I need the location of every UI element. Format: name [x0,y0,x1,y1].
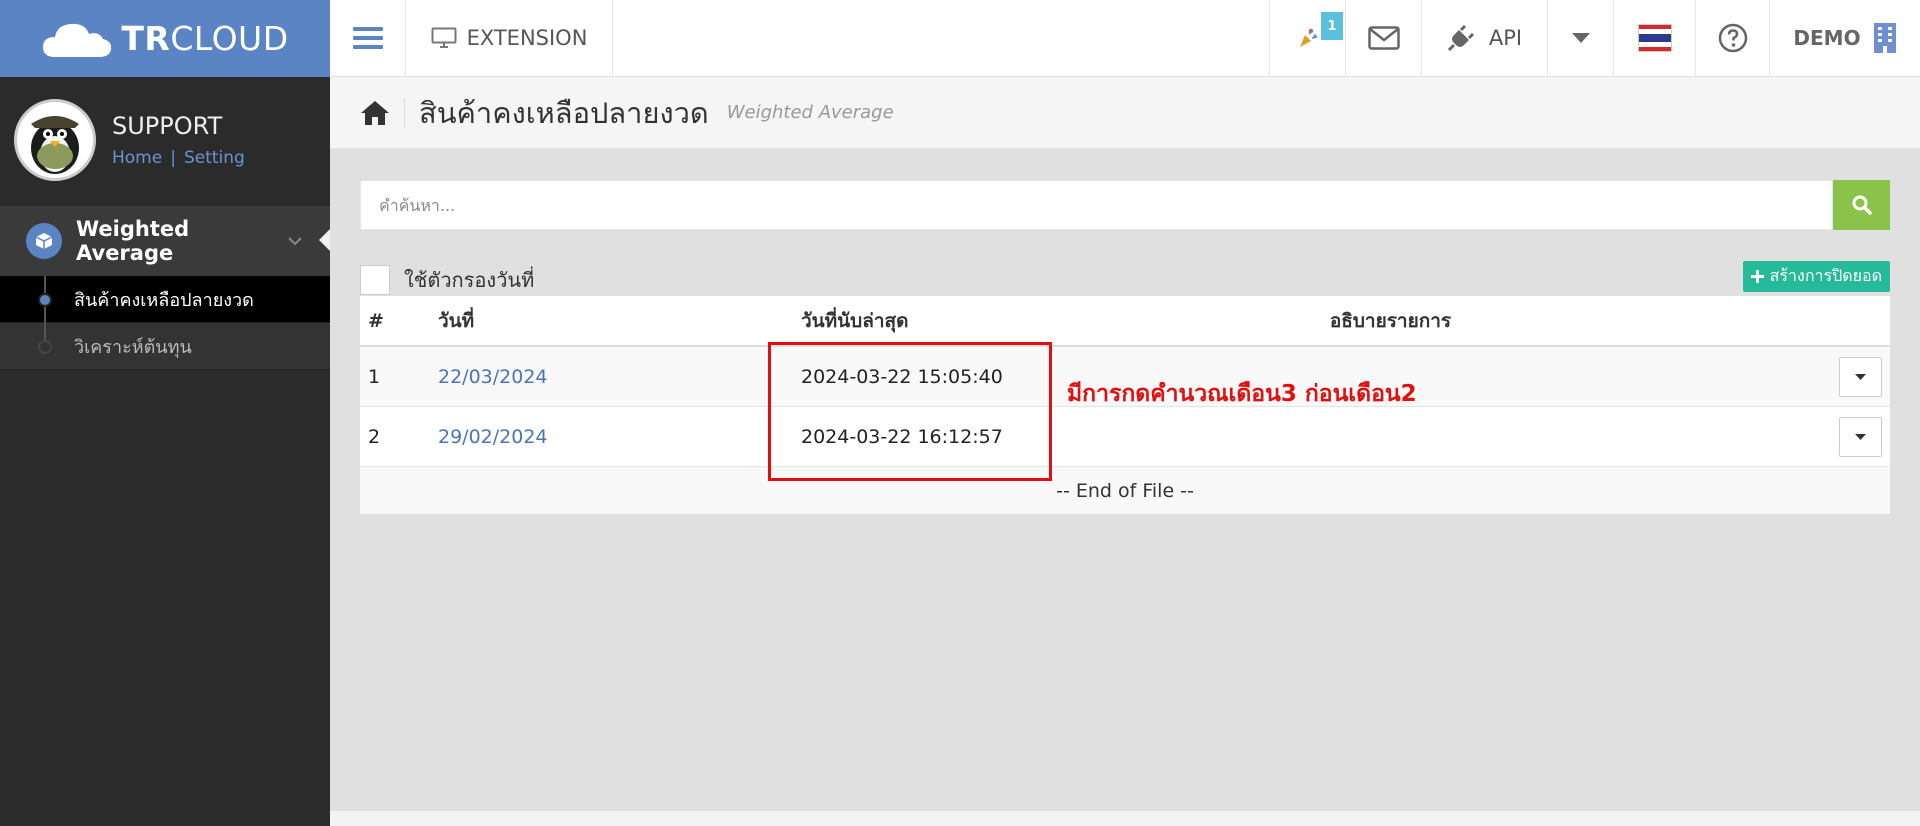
date-filter: ใช้ตัวกรองวันที่ [360,264,534,296]
building-icon [1873,23,1896,53]
avatar[interactable] [14,98,96,181]
row-action-button[interactable] [1839,417,1882,457]
page-header: สินค้าคงเหลือปลายงวด Weighted Average [330,77,1920,149]
profile-name: SUPPORT [112,111,223,140]
sidebar-section-label: Weighted Average [76,217,190,265]
extension-label: EXTENSION [466,26,588,50]
row-number: 2 [368,425,381,448]
page-subtitle: Weighted Average [726,102,894,123]
row-number: 1 [368,365,381,388]
col-header-last-counted: วันที่นับล่าสุด [801,309,909,332]
profile-links: Home | Setting [112,148,245,168]
search-input[interactable] [360,180,1833,230]
content-footer-strip [330,811,1920,826]
sidebar-item-label: สินค้าคงเหลือปลายงวด [74,289,254,311]
link-separator: | [170,147,176,168]
api-label: API [1488,26,1523,50]
row-action-button[interactable] [1839,357,1882,397]
menu-toggle-button[interactable] [330,0,406,76]
create-closing-label: สร้างการปิดยอด [1769,266,1882,285]
extension-button[interactable]: EXTENSION [406,0,613,76]
company-label: DEMO [1793,26,1861,50]
sidebar-item-cost-analysis[interactable]: วิเคราะห์ต้นทุน [0,323,330,370]
app-logo[interactable]: TRCLOUD [0,0,330,77]
end-of-file-row: -- End of File -- [360,467,1890,514]
col-header-description: อธิบายรายการ [1329,309,1452,332]
search-icon [1852,195,1872,215]
row-date-link[interactable]: 29/02/2024 [438,426,548,448]
notification-badge: 1 [1321,12,1343,40]
home-link[interactable]: Home [112,148,162,168]
question-circle-icon [1718,23,1747,53]
api-button[interactable]: API [1422,0,1548,76]
caret-down-icon [1855,434,1866,440]
sidebar-section-weighted-average[interactable]: Weighted Average [0,206,330,276]
sidebar: SUPPORT Home | Setting Weighted Average สิ… [0,77,330,826]
plug-icon [1447,24,1474,52]
logo-text: TRCLOUD [121,19,289,58]
envelope-icon [1367,26,1400,50]
date-filter-label: ใช้ตัวกรองวันที่ [404,268,535,292]
setting-link[interactable]: Setting [184,148,245,168]
cloud-icon [41,19,113,59]
date-filter-checkbox[interactable] [360,265,390,295]
user-profile: SUPPORT Home | Setting [0,77,330,202]
table-row: 2 29/02/2024 2024-03-22 16:12:57 [360,407,1890,467]
top-navbar: EXTENSION 1 API DEMO [330,0,1920,77]
annotation-highlight-box [768,342,1052,481]
thai-flag-icon [1637,24,1672,52]
table-header: # วันที่ วันที่นับล่าสุด อธิบายรายการ [360,296,1890,347]
hamburger-icon [352,22,383,54]
col-header-number: # [368,309,384,332]
bullet-icon [38,293,52,307]
row-date-link[interactable]: 22/03/2024 [438,366,548,388]
caret-down-icon [1855,374,1866,380]
party-popper-icon [1299,29,1317,47]
box-icon [26,223,62,259]
chevron-down-icon [288,236,302,245]
bullet-icon [38,340,52,354]
main-content: สินค้าคงเหลือปลายงวด Weighted Average ใช… [330,77,1920,811]
language-button[interactable] [1614,0,1696,76]
search-button[interactable] [1833,180,1890,230]
page-title: สินค้าคงเหลือปลายงวด [419,95,709,130]
col-header-date: วันที่ [438,309,475,332]
search-bar [360,180,1890,230]
help-button[interactable] [1696,0,1770,76]
notifications-button[interactable]: 1 [1270,0,1346,76]
sidebar-item-label: วิเคราะห์ต้นทุน [74,336,192,358]
caret-down-icon [1571,33,1590,43]
dropdown-button[interactable] [1548,0,1614,76]
divider [404,97,405,128]
annotation-note: มีการกดคำนวณเดือน3 ก่อนเดือน2 [1067,381,1417,407]
plus-icon [1750,270,1764,283]
sidebar-item-ending-inventory[interactable]: สินค้าคงเหลือปลายงวด [0,276,330,323]
create-closing-button[interactable]: สร้างการปิดยอด [1742,261,1890,292]
home-icon[interactable] [360,100,390,126]
topbar-spacer [613,0,1270,76]
monitor-icon [431,27,457,48]
mail-button[interactable] [1346,0,1422,76]
company-button[interactable]: DEMO [1770,0,1920,76]
profile-info: SUPPORT Home | Setting [112,112,245,168]
